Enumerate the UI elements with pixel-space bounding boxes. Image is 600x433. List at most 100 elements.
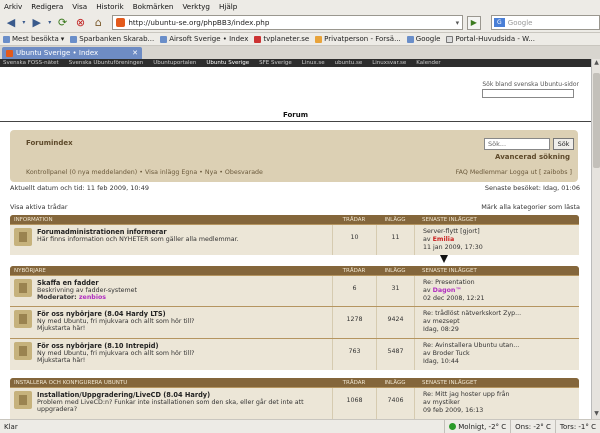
web-search-input[interactable]: G Google <box>490 15 600 30</box>
mouse-cursor-icon <box>440 255 448 263</box>
category-title[interactable]: NYBÖRJARE <box>10 268 332 274</box>
close-tab-icon[interactable]: ✕ <box>132 49 138 57</box>
bookmark-privatperson[interactable]: Privatperson - Forsä... <box>315 35 401 43</box>
home-icon[interactable]: ⌂ <box>90 15 106 31</box>
bookmark-portal[interactable]: Portal-Huvudsida - W... <box>446 35 535 43</box>
menu-hjalp[interactable]: Hjälp <box>219 2 237 11</box>
menu-bokmarken[interactable]: Bokmärken <box>133 2 174 11</box>
forum-desc: Ny med Ubuntu, fri mjukvara och allt som… <box>37 350 195 357</box>
last-post-title[interactable]: Server-flytt [gjort] <box>423 228 579 236</box>
last-post-user[interactable]: Dagon™ <box>433 287 462 294</box>
category-header: INSTALLERA OCH KONFIGURERA UBUNTU TRÅDAR… <box>10 378 579 387</box>
url-bar[interactable]: http://ubuntu-se.org/phpBB3/index.php ▾ <box>112 15 463 30</box>
category-title[interactable]: INSTALLERA OCH KONFIGURERA UBUNTU <box>10 380 332 386</box>
page-viewport: Svenska FOSS-nätet Svenska Ubuntuförenin… <box>0 59 591 419</box>
weather-wed[interactable]: Ons: -2° C <box>510 419 555 433</box>
bookmark-mest-besokta[interactable]: Mest besökta ▾ <box>3 35 64 43</box>
forum-search-button[interactable]: Sök <box>553 138 574 150</box>
bookmark-tvplaneter[interactable]: tvplaneter.se <box>254 35 309 43</box>
mark-read-link[interactable]: Märk alla kategorier som lästa <box>481 203 580 211</box>
last-post-title[interactable]: Re: Mitt jag hoster upp från <box>423 391 579 399</box>
bookmark-site-icon <box>406 35 414 43</box>
forum-read-icon <box>14 342 32 360</box>
weather-icon <box>449 423 457 430</box>
google-engine-icon[interactable]: G <box>493 18 505 27</box>
col-last: SENASTE INLÄGGET <box>422 216 477 223</box>
category-title[interactable]: INFORMATION <box>10 217 332 223</box>
forum-title[interactable]: Skaffa en fadder <box>37 279 137 287</box>
go-icon[interactable]: ▶ <box>466 15 481 30</box>
menu-verktyg[interactable]: Verktyg <box>182 2 210 11</box>
last-post-time: 09 feb 2009, 16:13 <box>423 407 484 414</box>
last-post-time: Idag, 08:29 <box>423 326 459 333</box>
vertical-scrollbar[interactable]: ▲ ▼ <box>591 59 600 419</box>
forum-title[interactable]: Forumadministrationen informerar <box>37 228 239 236</box>
tab-ubuntu-sverige[interactable]: Ubuntu Sverige • Index ✕ <box>2 47 142 59</box>
scroll-down-icon[interactable]: ▼ <box>592 410 600 419</box>
site-search-input[interactable] <box>482 89 575 98</box>
forward-dropdown-icon[interactable]: ▾ <box>47 15 53 31</box>
forumindex-link[interactable]: Forumindex <box>26 139 73 147</box>
forum-subtitle: Mjukstarta här! <box>37 325 86 332</box>
active-topics-link[interactable]: Visa aktiva trådar <box>10 203 68 211</box>
col-last: SENASTE INLÄGGET <box>422 267 477 274</box>
ubnav-link[interactable]: Ubuntu Sverige <box>206 60 249 66</box>
forum-heading: Forum <box>282 111 309 119</box>
weather-thu[interactable]: Tors: -1° C <box>554 419 600 433</box>
bookmark-google[interactable]: Google <box>406 35 440 43</box>
forward-icon[interactable]: ▶ <box>29 15 45 31</box>
bookmark-label: Portal-Huvudsida - W... <box>455 35 535 43</box>
category-information: INFORMATION TRÅDAR INLÄGG SENASTE INLÄGG… <box>10 215 579 255</box>
reload-icon[interactable]: ⟳ <box>55 15 71 31</box>
bookmark-label: Mest besökta <box>12 35 59 43</box>
ubnav-link[interactable]: Linuxsvar.se <box>372 60 406 66</box>
ubnav-link[interactable]: Svenska Ubuntuföreningen <box>69 60 144 66</box>
last-post-title[interactable]: Re: trådlöst nätverkskort Zyp... <box>423 310 579 318</box>
weather-thu-text: Tors: -1° C <box>559 422 596 431</box>
last-post-user[interactable]: Broder Tuck <box>433 350 470 357</box>
ubnav-link[interactable]: Kalender <box>416 60 440 66</box>
last-post-user[interactable]: Emilia <box>433 236 455 243</box>
ubuntu-site-nav: Svenska FOSS-nätet Svenska Ubuntuförenin… <box>0 59 591 67</box>
ubnav-link[interactable]: Linux.se <box>302 60 325 66</box>
stop-icon[interactable]: ⊗ <box>73 15 89 31</box>
last-post-title[interactable]: Re: Presentation <box>423 279 579 287</box>
back-icon[interactable]: ◀ <box>3 15 19 31</box>
forum-title[interactable]: Installation/Uppgradering/LiveCD (8.04 H… <box>37 391 327 399</box>
bookmark-airsoft[interactable]: Airsoft Sverige • Index <box>160 35 248 43</box>
last-post-user[interactable]: mystiker <box>433 399 460 406</box>
weather-now[interactable]: Molnigt, -2° C <box>444 419 510 433</box>
menu-visa[interactable]: Visa <box>72 2 87 11</box>
menu-redigera[interactable]: Redigera <box>31 2 63 11</box>
scrollbar-thumb[interactable] <box>593 73 600 168</box>
forum-read-icon <box>14 391 32 409</box>
menu-historik[interactable]: Historik <box>96 2 123 11</box>
ubnav-link[interactable]: Ubuntuportalen <box>153 60 196 66</box>
forum-title[interactable]: För oss nybörjare (8.04 Hardy LTS) <box>37 310 195 318</box>
ubnav-link[interactable]: SFE Sverige <box>259 60 292 66</box>
bookmark-site-icon <box>315 35 323 43</box>
forum-search-input[interactable]: Sök... <box>484 138 550 150</box>
back-dropdown-icon[interactable]: ▾ <box>21 15 27 31</box>
advanced-search-link[interactable]: Avancerad sökning <box>495 153 570 161</box>
forum-title[interactable]: För oss nybörjare (8.10 Intrepid) <box>37 342 195 350</box>
menu-arkiv[interactable]: Arkiv <box>4 2 22 11</box>
bookmark-label: Airsoft Sverige • Index <box>169 35 249 43</box>
bookmark-sparbanken[interactable]: Sparbanken Skarab... <box>70 35 154 43</box>
url-text: http://ubuntu-se.org/phpBB3/index.php <box>128 18 270 27</box>
last-post-user[interactable]: mezsept <box>433 318 460 325</box>
right-links[interactable]: FAQ Medlemmar Logga ut [ zaibobs ] <box>456 169 572 176</box>
scroll-up-icon[interactable]: ▲ <box>592 59 600 68</box>
last-post-title[interactable]: Re: Avinstallera Ubuntu utan... <box>423 342 579 350</box>
user-links[interactable]: Kontrollpanel (0 nya meddelanden) • Visa… <box>26 169 263 176</box>
ubnav-link[interactable]: ubuntu.se <box>335 60 363 66</box>
url-dropdown-icon[interactable]: ▾ <box>453 19 462 27</box>
forum-panel: Forumindex Sök... Sök Avancerad sökning … <box>10 130 578 182</box>
moderator-link[interactable]: zenbios <box>79 294 106 301</box>
ubnav-link[interactable]: Svenska FOSS-nätet <box>3 60 59 66</box>
col-posts: INLÄGG <box>384 379 406 386</box>
forum-topics: 1278 <box>332 307 376 338</box>
site-search: Sök bland svenska Ubuntu-sidor <box>482 81 579 98</box>
forum-posts: 5487 <box>376 339 414 370</box>
forum-mods-label: Moderator: <box>37 294 79 301</box>
